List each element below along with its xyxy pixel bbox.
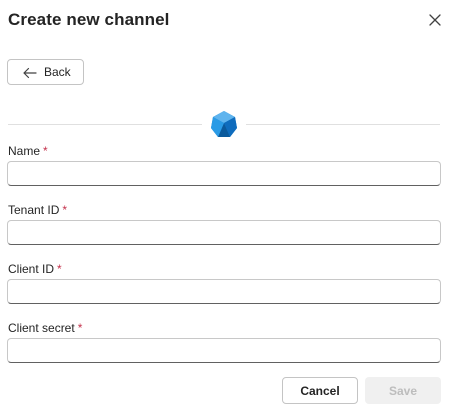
tenant-id-label: Tenant ID * bbox=[8, 203, 67, 217]
close-icon[interactable] bbox=[426, 11, 444, 29]
divider-left bbox=[8, 124, 202, 125]
required-mark: * bbox=[62, 203, 68, 217]
tenant-id-label-text: Tenant ID bbox=[8, 203, 60, 217]
back-button[interactable]: Back bbox=[7, 59, 84, 85]
cancel-button[interactable]: Cancel bbox=[282, 377, 358, 404]
client-id-label: Client ID * bbox=[8, 262, 62, 276]
name-label-text: Name bbox=[8, 144, 41, 158]
required-mark: * bbox=[57, 262, 62, 276]
client-id-label-text: Client ID bbox=[8, 262, 55, 276]
divider-right bbox=[246, 124, 440, 125]
client-secret-label-text: Client secret bbox=[8, 321, 75, 335]
client-secret-label: Client secret * bbox=[8, 321, 82, 335]
back-button-label: Back bbox=[44, 65, 71, 79]
name-input[interactable] bbox=[7, 161, 441, 186]
tenant-id-input[interactable] bbox=[7, 220, 441, 245]
arrow-left-icon bbox=[22, 66, 38, 79]
dialog-title: Create new channel bbox=[8, 10, 170, 29]
required-mark: * bbox=[77, 321, 83, 335]
save-button[interactable]: Save bbox=[365, 377, 441, 404]
channel-logo-icon bbox=[209, 109, 239, 139]
client-id-input[interactable] bbox=[7, 279, 441, 304]
name-label: Name * bbox=[8, 144, 48, 158]
client-secret-input[interactable] bbox=[7, 338, 441, 363]
required-mark: * bbox=[43, 144, 48, 158]
